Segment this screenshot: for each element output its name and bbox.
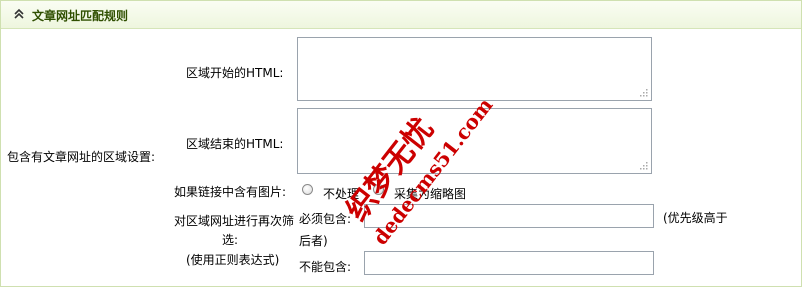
resize-grip-icon[interactable] [638, 160, 648, 170]
must-not-include-label: 不能包含: [299, 260, 352, 274]
radio-thumbnail[interactable] [373, 184, 384, 195]
priority-note-line1: (优先级高于 [663, 211, 728, 225]
area-group-label: 包含有文章网址的区域设置: [7, 150, 156, 164]
area-start-label: 区域开始的HTML: [186, 66, 284, 80]
radio-no-process[interactable] [302, 184, 313, 195]
radio-thumbnail-label[interactable]: 采集为缩略图 [394, 185, 466, 202]
collapse-chevron-icon[interactable] [13, 8, 25, 20]
filter-label-line3: (使用正则表达式) [186, 253, 280, 267]
image-option-label: 如果链接中含有图片: [174, 185, 287, 199]
area-end-textarea[interactable] [297, 108, 652, 174]
must-include-input[interactable] [364, 204, 654, 228]
priority-note-line2: 后者) [299, 234, 328, 248]
filter-label-line1: 对区域网址进行再次筛 [174, 214, 295, 228]
resize-grip-icon[interactable] [638, 87, 648, 97]
section-title: 文章网址匹配规则 [32, 9, 129, 23]
must-not-include-input[interactable] [364, 251, 654, 275]
radio-no-process-label[interactable]: 不处理 [323, 185, 359, 202]
must-include-label: 必须包含: [299, 212, 352, 226]
area-end-label: 区域结束的HTML: [186, 137, 284, 151]
filter-label-line2: 选: [222, 233, 239, 247]
section-header[interactable]: 文章网址匹配规则 [1, 1, 801, 29]
area-start-textarea[interactable] [297, 37, 652, 101]
